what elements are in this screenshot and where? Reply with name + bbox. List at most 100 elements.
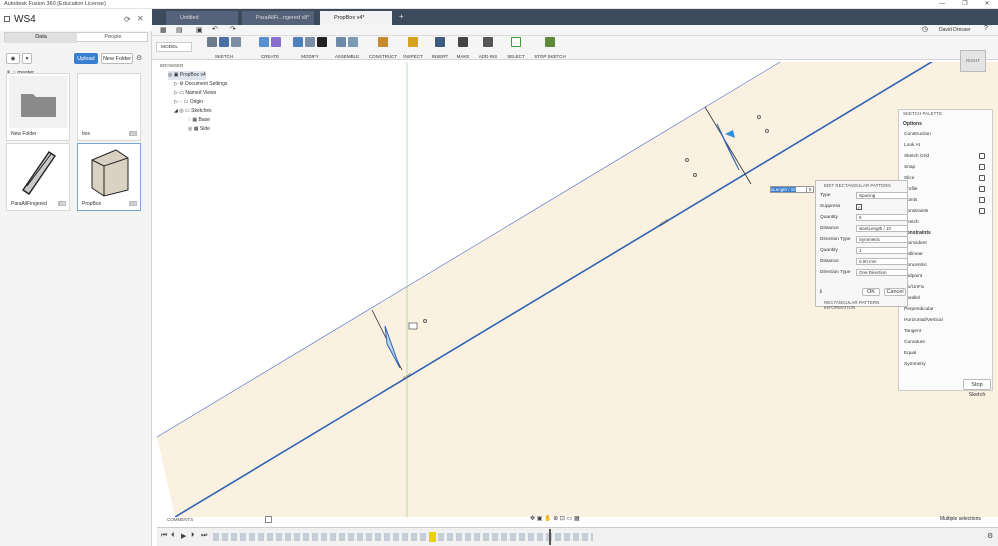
stop-sketch-group[interactable]: STOP SKETCH [530,37,570,59]
timeline-active-feature[interactable] [429,532,436,542]
select-group[interactable]: SELECT [504,37,528,59]
option-slice[interactable]: Slice [904,173,989,184]
comments-label[interactable]: COMMENTS [167,517,193,522]
display-settings-icon[interactable]: ▭ [567,516,573,522]
data-item-folder[interactable]: New Folder [6,73,70,141]
save-icon[interactable]: ▣ [196,26,203,34]
suppress-checkbox[interactable]: ✓ [856,204,862,210]
history-icon[interactable]: ◷ [922,25,928,33]
pattern-info-label[interactable]: RECTANGULAR PATTERN INFORMATION [824,300,907,310]
quantity2-input[interactable]: 1 [856,247,908,254]
constraint-parallel[interactable]: Parallel [904,293,989,304]
stop-sketch-button[interactable]: Stop Sketch [963,379,991,398]
browser-root[interactable]: ◎ ▣ PropBox v4 [168,71,206,80]
help-icon[interactable]: ? [984,25,988,32]
browser-named-views[interactable]: ▷ ▭ Named Views [174,89,216,98]
view-toggle-button[interactable]: ◉ [6,53,20,64]
tab-propbox[interactable]: PropBox v4* [320,11,392,25]
tab-data[interactable]: Data [5,33,77,43]
timeline-marker[interactable] [549,529,551,545]
view-dropdown-button[interactable]: ▾ [22,53,32,64]
checkbox[interactable] [979,175,985,181]
redo-icon[interactable]: ↷ [230,25,236,33]
type-select[interactable]: Spacing [856,192,908,199]
timeline-next-icon[interactable]: ⏵ [191,532,195,540]
data-item-box[interactable]: box V1 [77,73,141,141]
checkbox[interactable] [979,208,985,214]
secondary-input[interactable]: 0 [806,186,814,193]
checkbox[interactable] [979,186,985,192]
browser-origin[interactable]: ▷ ◌ ▭ Origin [174,98,203,107]
option-construction[interactable]: Construction [904,129,989,140]
timeline-play-icon[interactable]: ▶ [181,532,186,540]
undo-icon[interactable]: ↶ [212,25,218,33]
constraint-equal[interactable]: Equal [904,348,989,359]
expression-input[interactable]: sLength / 10 [770,186,810,193]
assemble-group[interactable]: ASSEMBLE [330,37,364,59]
constraint-fix[interactable]: Fix/UnFix [904,282,989,293]
browser-title[interactable]: BROWSER [160,63,183,68]
option-profile[interactable]: Profile [904,184,989,195]
data-item-propbox[interactable]: PropBox V4 [77,143,141,211]
ok-button[interactable]: OK [862,288,880,296]
refresh-icon[interactable]: ⟳ [124,15,131,24]
add-ins-group[interactable]: ADD-INS [476,37,500,59]
option-points[interactable]: Points [904,195,989,206]
browser-document-settings[interactable]: ▷ ⚙ Document Settings [174,80,227,89]
browser-sketch-side[interactable]: ◎ ▦ Side [188,125,210,134]
construct-group[interactable]: CONSTRUCT [366,37,400,59]
timeline-features[interactable] [213,533,593,541]
option-constraints[interactable]: Constraints [904,206,989,217]
direction-type2-select[interactable]: One Direction [856,269,908,276]
checkbox[interactable] [979,164,985,170]
distance-input[interactable]: slantLength / 10 [856,225,908,232]
constraint-coincident[interactable]: Coincident [904,238,989,249]
constraint-perpendicular[interactable]: Perpendicular [904,304,989,315]
close-button[interactable]: ✕ [976,0,998,9]
option-look-at[interactable]: Look At [904,140,989,151]
option-sketch-grid[interactable]: Sketch Grid [904,151,989,162]
constraint-midpoint[interactable]: Midpoint [904,271,989,282]
maximize-button[interactable]: ❐ [954,0,976,9]
distance2-input[interactable]: 0.00 mm [856,258,908,265]
data-item-parallfingered[interactable]: ParaAllFingered V8 [6,143,70,211]
option-sketch[interactable]: Sketch [904,217,989,228]
timeline-prev-icon[interactable]: ⏴ [171,532,175,540]
cancel-button[interactable]: Cancel [884,288,906,296]
view-cube[interactable]: RIGHT [960,50,986,72]
grid-icon[interactable] [4,16,10,22]
timeline-first-icon[interactable]: ⏮ [161,532,167,540]
user-name[interactable]: David Dresser [939,27,971,33]
new-folder-button[interactable]: New Folder [101,53,133,64]
option-snap[interactable]: Snap [904,162,989,173]
create-group[interactable]: CREATE [252,37,288,59]
constraint-tangent[interactable]: Tangent [904,326,989,337]
workspace-dropdown[interactable]: MODEL [156,42,192,52]
zoom-icon[interactable]: ⊕ [553,516,558,522]
checkbox[interactable] [979,153,985,159]
constraint-horizontal-vertical[interactable]: Horizontal/Vertical [904,315,989,326]
tab-untitled[interactable]: Untitled [166,11,238,25]
constraint-symmetry[interactable]: Symmetry [904,359,989,370]
minimize-button[interactable]: — [931,0,953,9]
timeline-last-icon[interactable]: ⏭ [201,532,207,540]
inspect-group[interactable]: INSPECT [400,37,426,59]
timeline-settings-icon[interactable]: ⚙ [987,532,993,540]
grid-menu-icon[interactable]: ▦ [160,26,167,34]
file-icon[interactable]: ▤ [176,26,183,34]
pan-icon[interactable]: ✋ [544,516,551,522]
browser-sketches[interactable]: ◢ ◎ ▭ Sketches [174,107,212,116]
browser-sketch-base[interactable]: ◌ ▦ Base [188,116,210,125]
info-icon[interactable]: ℹ [820,289,822,295]
modify-group[interactable]: MODIFY [290,37,330,59]
make-group[interactable]: MAKE [452,37,474,59]
constraint-concentric[interactable]: Concentric [904,260,989,271]
orbit-icon[interactable]: ✥ [530,516,535,522]
tab-people[interactable]: People [77,33,149,43]
fit-icon[interactable]: ⊡ [560,516,565,522]
constraint-curvature[interactable]: Curvature [904,337,989,348]
close-panel-icon[interactable]: ✕ [137,14,144,23]
sketch-group[interactable]: SKETCH [202,37,246,59]
constraint-collinear[interactable]: Collinear [904,249,989,260]
gear-icon[interactable]: ⚙ [136,54,142,62]
